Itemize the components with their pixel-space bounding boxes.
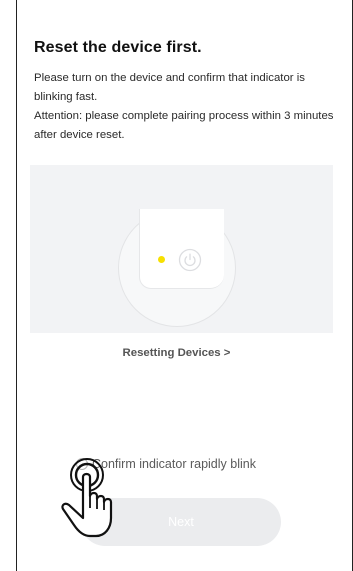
power-icon: [178, 248, 202, 272]
instructions-text: Please turn on the device and confirm th…: [34, 69, 339, 145]
confirm-label: Confirm indicator rapidly blink: [92, 457, 256, 471]
page-title: Reset the device first.: [34, 39, 202, 56]
resetting-devices-link[interactable]: Resetting Devices >: [0, 347, 353, 359]
confirm-indicator-checkbox[interactable]: Confirm indicator rapidly blink: [76, 455, 256, 473]
attention-line: Attention: please complete pairing proce…: [34, 110, 334, 141]
indicator-light-icon: [158, 256, 165, 263]
radio-circle-icon[interactable]: [76, 458, 88, 470]
next-button[interactable]: Next: [81, 498, 281, 546]
instruction-line: Please turn on the device and confirm th…: [34, 72, 305, 103]
